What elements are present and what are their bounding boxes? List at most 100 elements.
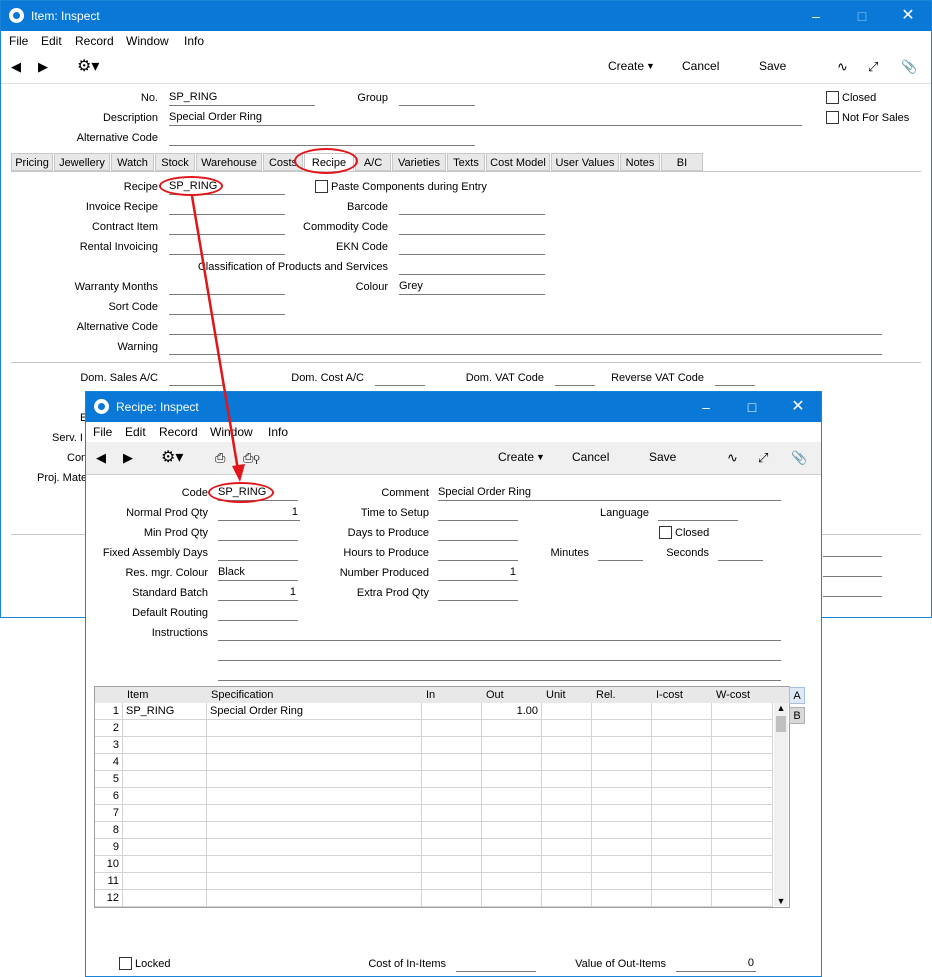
comment-field[interactable]: Special Order Ring: [438, 486, 781, 501]
print-icon[interactable]: ⎙: [215, 450, 225, 466]
grid-cell-in[interactable]: [422, 771, 482, 788]
expand-icon[interactable]: ⤢: [868, 59, 878, 75]
grid-header-item[interactable]: Item: [127, 687, 148, 703]
grid-cell-item[interactable]: [123, 839, 207, 856]
hours-to-produce-field[interactable]: [438, 546, 518, 561]
alternative-code-2-field[interactable]: [169, 320, 882, 335]
grid-cell-out[interactable]: [482, 839, 542, 856]
alternative-code-field[interactable]: [169, 131, 475, 146]
menu-edit[interactable]: Edit: [125, 425, 146, 439]
grid-cell-item[interactable]: [123, 771, 207, 788]
create-dropdown-icon[interactable]: ▼: [536, 452, 545, 462]
normal-prod-qty-field[interactable]: 1: [218, 506, 300, 521]
maximize-icon[interactable]: □: [729, 392, 775, 422]
menu-window[interactable]: Window: [210, 425, 253, 439]
grid-cell-icost[interactable]: [652, 873, 712, 890]
warranty-months-field[interactable]: [169, 280, 285, 295]
instructions-line-1[interactable]: [218, 626, 781, 641]
fixed-assembly-days-field[interactable]: [218, 546, 298, 561]
grid-cell-out[interactable]: [482, 737, 542, 754]
expand-icon[interactable]: ⤢: [758, 450, 768, 466]
grid-cell-out[interactable]: 1.00: [482, 703, 542, 720]
grid-cell-out[interactable]: [482, 788, 542, 805]
grid-cell-item[interactable]: [123, 856, 207, 873]
menu-info[interactable]: Info: [268, 425, 288, 439]
cost-of-in-items-field[interactable]: [456, 957, 536, 972]
default-routing-field[interactable]: [218, 606, 298, 621]
grid-cell-rel[interactable]: [592, 839, 652, 856]
grid-cell-in[interactable]: [422, 890, 482, 907]
grid-cell-item[interactable]: SP_RING: [123, 703, 207, 720]
create-dropdown-icon[interactable]: ▼: [646, 61, 655, 71]
tab-bi[interactable]: BI: [661, 153, 703, 171]
close-icon[interactable]: ✕: [775, 392, 821, 422]
grid-cell-wcost[interactable]: [712, 737, 773, 754]
save-button[interactable]: Save: [759, 59, 786, 73]
grid-cell-spec[interactable]: [207, 822, 422, 839]
colour-field[interactable]: Grey: [399, 280, 545, 295]
grid-cell-in[interactable]: [422, 856, 482, 873]
contract-item-field[interactable]: [169, 220, 285, 235]
grid-cell-wcost[interactable]: [712, 720, 773, 737]
cancel-button[interactable]: Cancel: [572, 450, 609, 464]
grid-cell-out[interactable]: [482, 822, 542, 839]
grid-cell-in[interactable]: [422, 737, 482, 754]
grid-cell-out[interactable]: [482, 771, 542, 788]
grid-cell-out[interactable]: [482, 720, 542, 737]
grid-cell-spec[interactable]: [207, 805, 422, 822]
paste-components-checkbox[interactable]: [315, 180, 328, 193]
grid-cell-icost[interactable]: [652, 754, 712, 771]
grid-cell-unit[interactable]: [542, 754, 592, 771]
minimize-icon[interactable]: –: [683, 392, 729, 422]
grid-cell-unit[interactable]: [542, 771, 592, 788]
scroll-down-icon[interactable]: ▼: [774, 896, 788, 906]
grid-cell-in[interactable]: [422, 822, 482, 839]
table-row[interactable]: 1 SP_RING Special Order Ring 1.00: [95, 703, 773, 720]
grid-cell-icost[interactable]: [652, 805, 712, 822]
grid-cell-out[interactable]: [482, 890, 542, 907]
item-titlebar[interactable]: Item: Inspect – □ ✕: [1, 1, 931, 31]
grid-cell-icost[interactable]: [652, 822, 712, 839]
attachment-icon[interactable]: 📎: [901, 59, 917, 75]
grid-cell-spec[interactable]: Special Order Ring: [207, 703, 422, 720]
grid-cell-wcost[interactable]: [712, 788, 773, 805]
print-preview-icon[interactable]: ⎙⚲: [243, 450, 260, 466]
grid-header-specification[interactable]: Specification: [211, 687, 273, 703]
grid-cell-wcost[interactable]: [712, 822, 773, 839]
forward-icon[interactable]: ▶: [38, 59, 48, 75]
rental-invoicing-field[interactable]: [169, 240, 285, 255]
maximize-icon[interactable]: □: [839, 1, 885, 31]
menu-info[interactable]: Info: [184, 34, 204, 48]
dom-vat-code-field[interactable]: [555, 371, 595, 386]
grid-cell-rel[interactable]: [592, 805, 652, 822]
reverse-vat-code-field[interactable]: [715, 371, 755, 386]
tab-ac[interactable]: A/C: [355, 153, 391, 171]
side-tab-a[interactable]: A: [789, 687, 805, 704]
days-to-produce-field[interactable]: [438, 526, 518, 541]
gear-icon[interactable]: ⚙▾: [77, 56, 99, 76]
grid-cell-icost[interactable]: [652, 703, 712, 720]
grid-cell-wcost[interactable]: [712, 839, 773, 856]
minutes-field[interactable]: [598, 546, 643, 561]
table-row[interactable]: 4: [95, 754, 773, 771]
grid-cell-unit[interactable]: [542, 720, 592, 737]
grid-cell-spec[interactable]: [207, 720, 422, 737]
grid-cell-in[interactable]: [422, 754, 482, 771]
grid-cell-wcost[interactable]: [712, 703, 773, 720]
grid-cell-icost[interactable]: [652, 856, 712, 873]
grid-cell-rel[interactable]: [592, 771, 652, 788]
not-for-sales-checkbox[interactable]: [826, 111, 839, 124]
tab-warehouse[interactable]: Warehouse: [196, 153, 262, 171]
grid-cell-item[interactable]: [123, 805, 207, 822]
no-field[interactable]: SP_RING: [169, 91, 315, 106]
grid-cell-icost[interactable]: [652, 788, 712, 805]
create-button[interactable]: Create: [498, 450, 534, 464]
grid-cell-rel[interactable]: [592, 873, 652, 890]
grid-cell-icost[interactable]: [652, 890, 712, 907]
tab-varieties[interactable]: Varieties: [392, 153, 446, 171]
grid-cell-rel[interactable]: [592, 703, 652, 720]
warning-field[interactable]: [169, 340, 882, 355]
menu-file[interactable]: File: [9, 34, 28, 48]
scroll-thumb[interactable]: [776, 716, 786, 732]
grid-cell-wcost[interactable]: [712, 856, 773, 873]
